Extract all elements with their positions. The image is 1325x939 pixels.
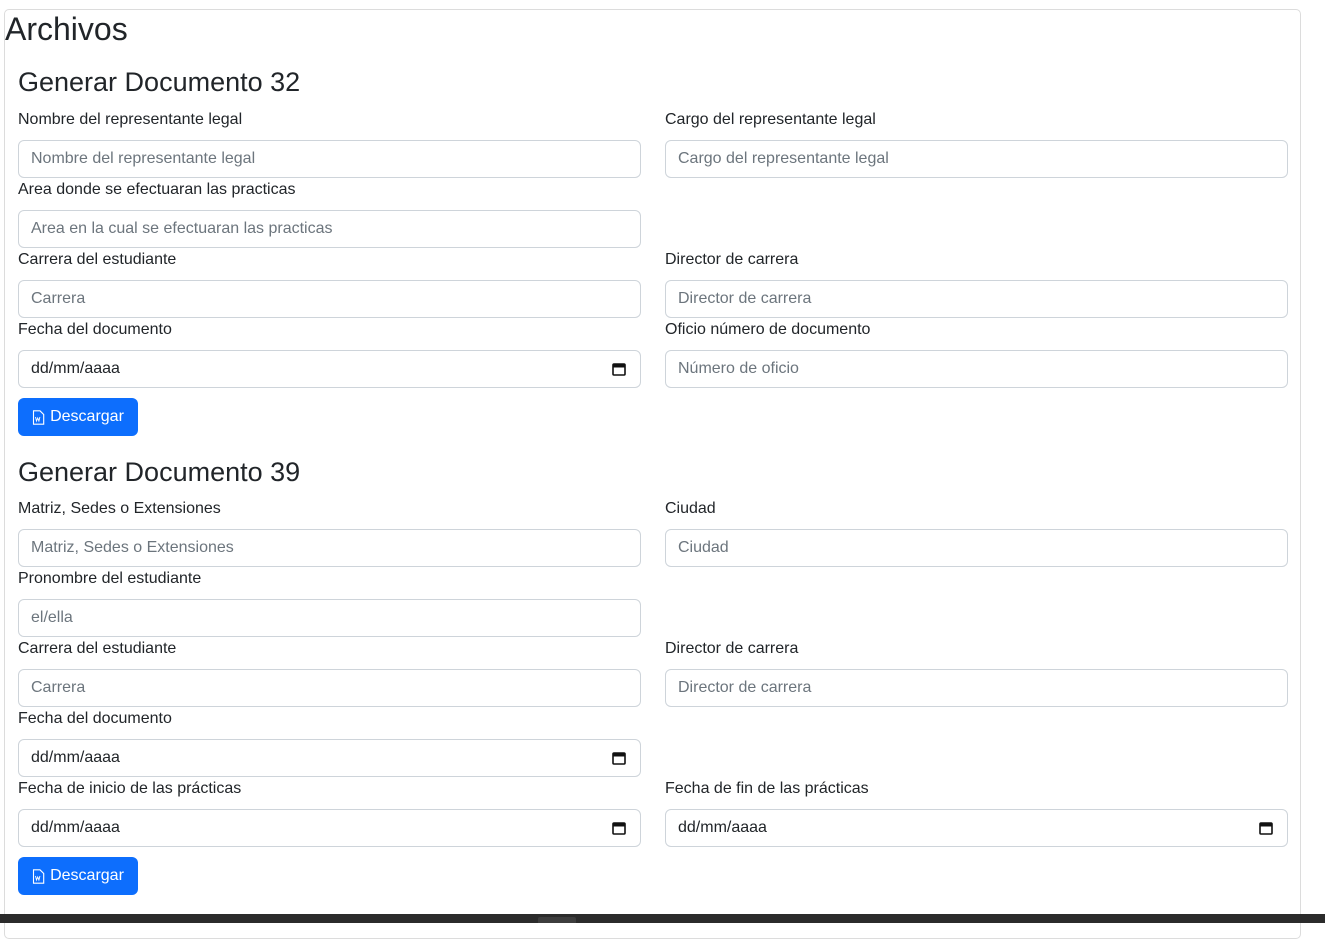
- doc39-ciudad-input[interactable]: [665, 529, 1288, 567]
- date-value: dd/mm/aaaa: [31, 819, 120, 836]
- date-value: dd/mm/aaaa: [678, 819, 767, 836]
- word-file-icon: [33, 409, 45, 425]
- doc32-rep-cargo-label: Cargo del representante legal: [665, 111, 876, 128]
- doc32-fecha-date-input[interactable]: dd/mm/aaaa: [18, 350, 641, 388]
- calendar-icon[interactable]: [612, 362, 626, 376]
- word-file-icon: [33, 868, 45, 884]
- doc39-fecha-label: Fecha del documento: [18, 710, 172, 727]
- doc39-director-input[interactable]: [665, 669, 1288, 707]
- doc39-fin-label: Fecha de fin de las prácticas: [665, 780, 869, 797]
- doc32-area-label: Area donde se efectuaran las practicas: [18, 181, 296, 198]
- doc32-director-input[interactable]: [665, 280, 1288, 318]
- doc39-ciudad-label: Ciudad: [665, 500, 716, 517]
- doc39-inicio-date-input[interactable]: dd/mm/aaaa: [18, 809, 641, 847]
- doc32-carrera-label: Carrera del estudiante: [18, 251, 177, 268]
- calendar-icon[interactable]: [612, 821, 626, 835]
- doc39-director-label: Director de carrera: [665, 640, 799, 657]
- taskbar-item[interactable]: [538, 917, 576, 923]
- date-value: dd/mm/aaaa: [31, 360, 120, 377]
- page-title: Archivos: [5, 11, 128, 47]
- doc32-rep-nombre-input[interactable]: [18, 140, 641, 178]
- doc32-director-label: Director de carrera: [665, 251, 799, 268]
- doc39-pronombre-input[interactable]: [18, 599, 641, 637]
- calendar-icon[interactable]: [612, 751, 626, 765]
- doc39-matriz-input[interactable]: [18, 529, 641, 567]
- doc32-oficio-label: Oficio número de documento: [665, 321, 871, 338]
- doc32-area-input[interactable]: [18, 210, 641, 248]
- calendar-icon[interactable]: [1259, 821, 1273, 835]
- doc39-carrera-label: Carrera del estudiante: [18, 640, 177, 657]
- doc39-matriz-label: Matriz, Sedes o Extensiones: [18, 500, 221, 517]
- taskbar-strip: [0, 914, 1325, 923]
- doc39-fin-date-input[interactable]: dd/mm/aaaa: [665, 809, 1288, 847]
- doc39-carrera-input[interactable]: [18, 669, 641, 707]
- doc32-rep-nombre-label: Nombre del representante legal: [18, 111, 243, 128]
- doc39-pronombre-label: Pronombre del estudiante: [18, 570, 202, 587]
- doc32-oficio-input[interactable]: [665, 350, 1288, 388]
- doc32-carrera-input[interactable]: [18, 280, 641, 318]
- doc39-title: Generar Documento 39: [18, 457, 301, 487]
- doc32-title: Generar Documento 32: [18, 67, 301, 97]
- date-value: dd/mm/aaaa: [31, 749, 120, 766]
- doc32-rep-cargo-input[interactable]: [665, 140, 1288, 178]
- download-label: Descargar: [50, 408, 124, 425]
- doc39-inicio-label: Fecha de inicio de las prácticas: [18, 780, 242, 797]
- doc32-download-button[interactable]: Descargar: [18, 398, 138, 436]
- download-label: Descargar: [50, 867, 124, 884]
- doc39-download-button[interactable]: Descargar: [18, 857, 138, 895]
- doc39-fecha-date-input[interactable]: dd/mm/aaaa: [18, 739, 641, 777]
- doc32-fecha-label: Fecha del documento: [18, 321, 172, 338]
